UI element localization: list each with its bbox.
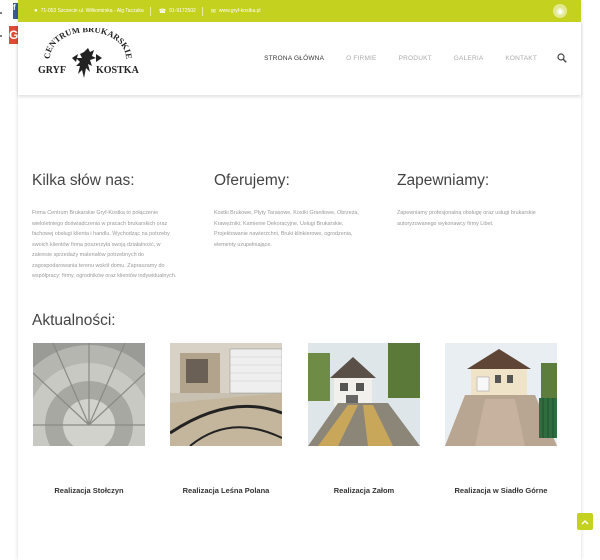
guarantee-heading: Zapewniamy: — [397, 172, 490, 189]
nav-item-products[interactable]: PRODUKT — [399, 55, 432, 62]
back-to-top-button[interactable] — [577, 513, 593, 530]
logo[interactable]: CENTRUM BRUKARSKIE GRYF KOSTKA — [32, 28, 142, 90]
offer-column: Oferujemy: Kostki Brukowe, Płyty Tarasow… — [214, 172, 364, 250]
news-caption[interactable]: Realizacja Załom — [308, 486, 420, 495]
search-icon[interactable] — [557, 53, 567, 63]
map-pin-icon: ● — [34, 8, 38, 14]
offer-heading: Oferujemy: — [214, 172, 290, 189]
address-item: ● 71-053 Szczecin ul. Wiłkomirska - Alg … — [34, 8, 144, 14]
phone-item: ☎ 91-9172502 — [159, 8, 196, 15]
chevron-up-icon — [581, 519, 589, 524]
guarantee-column: Zapewniamy: Zapewniamy profesjonalną obs… — [397, 172, 547, 229]
logo-right-word: KOSTKA — [96, 65, 140, 76]
globe-icon[interactable]: ◉ — [553, 4, 567, 18]
news-title: Aktualności: — [32, 312, 116, 329]
header: CENTRUM BRUKARSKIE GRYF KOSTKA STRONA GŁ… — [18, 22, 581, 95]
nav-item-contact[interactable]: KONTAKT — [505, 55, 537, 62]
news-card[interactable]: Realizacja Załom — [308, 343, 420, 495]
page: ● 71-053 Szczecin ul. Wiłkomirska - Alg … — [18, 0, 581, 560]
bullet — [0, 12, 2, 14]
news-image-stolczyn[interactable] — [33, 343, 145, 446]
offer-text: Kostki Brukowe, Płyty Tarasowe, Kostki G… — [214, 210, 359, 248]
phone-icon: ☎ — [158, 8, 167, 15]
news-caption[interactable]: Realizacja w Siadło Górne — [445, 486, 557, 495]
main-nav: STRONA GŁÓWNA O FIRMIE PRODUKT GALERIA K… — [242, 53, 567, 63]
divider — [201, 6, 203, 16]
bullet — [0, 35, 2, 37]
nav-item-about[interactable]: O FIRMIE — [346, 55, 377, 62]
nav-item-home[interactable]: STRONA GŁÓWNA — [264, 55, 324, 62]
email-item[interactable]: ✉ www.gryf-kostka.pl — [211, 8, 261, 15]
google-plus-icon[interactable]: G — [9, 26, 18, 44]
phone-text: 91-9172502 — [169, 8, 196, 14]
news-card[interactable]: Realizacja Leśna Polana — [170, 343, 282, 495]
news-caption[interactable]: Realizacja Leśna Polana — [170, 486, 282, 495]
news-image-zalom[interactable] — [308, 343, 420, 446]
about-text: Firma Centrum Brukarskie Gryf-Kostka to … — [32, 210, 177, 279]
news-card[interactable]: Realizacja w Siadło Górne — [445, 343, 557, 495]
top-bar: ● 71-053 Szczecin ul. Wiłkomirska - Alg … — [18, 0, 581, 22]
about-heading: Kilka słów nas: — [32, 172, 135, 189]
address-text: 71-053 Szczecin ul. Wiłkomirska - Alg Ta… — [40, 8, 144, 14]
news-caption[interactable]: Realizacja Stołczyn — [33, 486, 145, 495]
guarantee-text: Zapewniamy profesjonalną obsługę oraz us… — [397, 210, 536, 227]
divider — [149, 6, 151, 16]
email-text[interactable]: www.gryf-kostka.pl — [219, 8, 261, 14]
nav-item-gallery[interactable]: GALERIA — [454, 55, 484, 62]
mail-icon: ✉ — [210, 8, 216, 15]
about-column: Kilka słów nas: Firma Centrum Brukarskie… — [32, 172, 182, 282]
logo-left-word: GRYF — [38, 65, 66, 76]
news-card[interactable]: Realizacja Stołczyn — [33, 343, 145, 495]
news-image-lesna-polana[interactable] — [170, 343, 282, 446]
news-image-siadlo-gorne[interactable] — [445, 343, 557, 446]
